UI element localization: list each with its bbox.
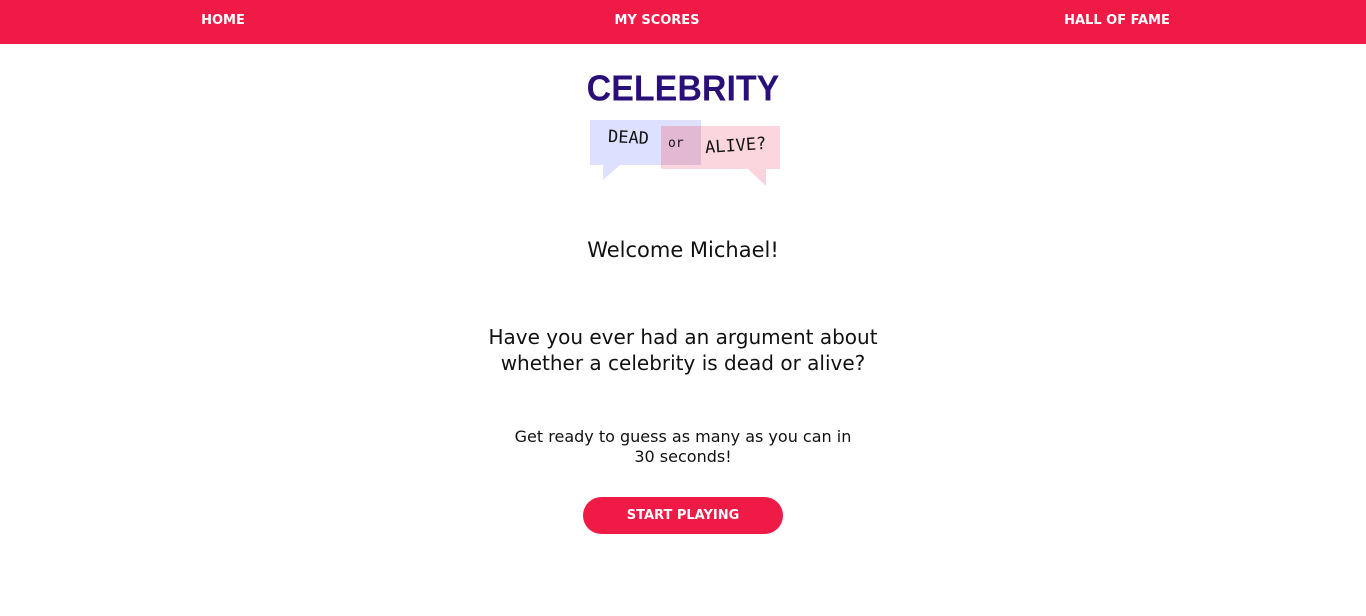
nav-my-scores-link[interactable]: MY SCORES [614,0,699,44]
logo-word-alive: ALIVE? [704,133,768,159]
start-playing-button[interactable]: START PLAYING [583,497,783,534]
speech-bubble-left-tail [603,165,620,180]
speech-bubble-right-tail [748,169,766,186]
logo-word-or: or [668,136,684,151]
celebrity-dead-or-alive-logo: CELEBRITY DEAD or ALIVE? [570,66,796,192]
welcome-message: Welcome Michael! [587,238,779,262]
game-instructions: Get ready to guess as many as you can in… [514,427,852,466]
top-nav-bar: HOME MY SCORES HALL OF FAME [0,0,1366,44]
intro-question: Have you ever had an argument about whet… [488,325,878,375]
nav-hall-of-fame-link[interactable]: HALL OF FAME [1064,0,1170,44]
nav-home-link[interactable]: HOME [201,0,245,44]
logo-word-dead: DEAD [607,126,650,150]
speech-bubbles-graphic [590,120,780,186]
